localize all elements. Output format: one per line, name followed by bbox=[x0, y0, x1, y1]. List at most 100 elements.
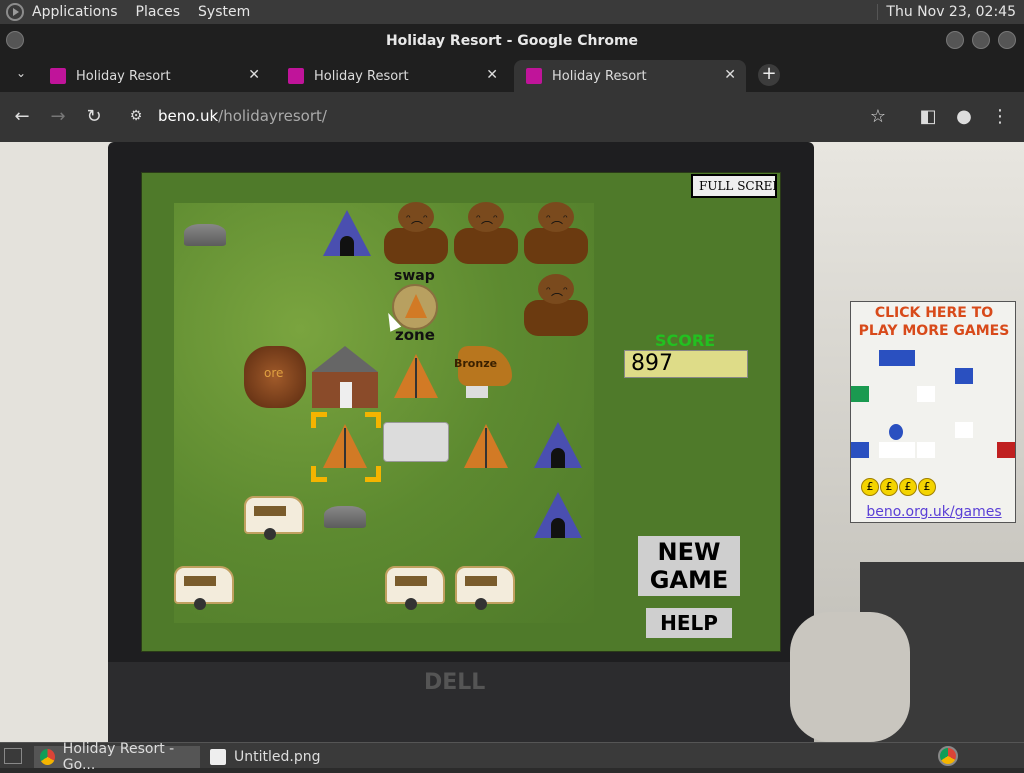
orange-tent-icon bbox=[464, 424, 508, 468]
menu-applications[interactable]: Applications bbox=[32, 4, 118, 20]
player-icon bbox=[889, 424, 903, 440]
more-games-ad[interactable]: CLICK HERE TO PLAY MORE GAMES £ £ £ £ be… bbox=[850, 301, 1016, 523]
score-title: SCORE bbox=[655, 331, 716, 350]
board-cell[interactable]: Bronze bbox=[448, 338, 518, 408]
board-cell[interactable]: ᵔ︵ᵔ bbox=[451, 200, 521, 270]
board-cell[interactable] bbox=[170, 200, 240, 270]
bear-icon: ᵔ︵ᵔ bbox=[384, 200, 448, 268]
task-chrome[interactable]: Holiday Resort - Go... bbox=[34, 741, 200, 773]
ad-line-1: CLICK HERE TO bbox=[874, 305, 994, 321]
tab-3-active[interactable]: Holiday Resort ✕ bbox=[514, 60, 746, 92]
rock-piece-icon bbox=[324, 506, 366, 528]
tab-1[interactable]: Holiday Resort ✕ bbox=[38, 60, 270, 92]
more-menu-icon[interactable]: ⋮ bbox=[988, 106, 1012, 127]
board-cell[interactable] bbox=[521, 482, 591, 552]
maximize-button[interactable] bbox=[972, 31, 990, 49]
browser-toolbar: ← → ↻ ⚙ beno.uk/holidayresort/ ☆ ◧ ● ⋮ bbox=[0, 92, 1024, 142]
block-icon bbox=[851, 442, 869, 458]
house-icon bbox=[312, 346, 378, 408]
board-cell[interactable]: ᵔ︵ᵔ bbox=[521, 200, 591, 270]
swap-zone-label-top: swap bbox=[394, 268, 435, 284]
ore-icon: ore bbox=[244, 346, 306, 408]
caravan-icon bbox=[455, 566, 515, 610]
ore-label: ore bbox=[264, 366, 284, 380]
mobile-home-icon bbox=[383, 422, 449, 462]
caravan-icon bbox=[244, 496, 304, 540]
block-icon bbox=[955, 422, 973, 438]
address-bar[interactable]: beno.uk/holidayresort/ bbox=[158, 107, 327, 125]
site-info-icon[interactable]: ⚙ bbox=[124, 108, 148, 124]
blue-tent-icon bbox=[323, 210, 371, 256]
block-icon bbox=[897, 350, 915, 366]
bronze-statue-icon: Bronze bbox=[448, 338, 518, 408]
board-cell[interactable] bbox=[170, 552, 240, 622]
board-cell[interactable]: ᵔ︵ᵔ bbox=[521, 272, 591, 342]
new-game-button[interactable]: NEW GAME bbox=[638, 536, 740, 596]
image-file-icon bbox=[210, 749, 226, 765]
profile-icon[interactable]: ● bbox=[952, 106, 976, 127]
chrome-tray-icon[interactable] bbox=[938, 746, 958, 766]
tab-close-icon[interactable]: ✕ bbox=[724, 67, 736, 83]
menu-places[interactable]: Places bbox=[136, 4, 181, 20]
hand bbox=[790, 612, 910, 742]
tab-title: Holiday Resort bbox=[314, 68, 409, 84]
back-arrow-icon[interactable]: ← bbox=[10, 106, 34, 127]
laptop-logo: DELL bbox=[424, 670, 486, 695]
bear-icon: ᵔ︵ᵔ bbox=[454, 200, 518, 268]
bronze-label: Bronze bbox=[454, 357, 498, 370]
favicon-icon bbox=[526, 68, 542, 84]
bookmark-star-icon[interactable]: ☆ bbox=[866, 106, 890, 127]
tab-strip: Holiday Resort ✕ Holiday Resort ✕ Holida… bbox=[0, 58, 1024, 92]
new-tab-button[interactable]: + bbox=[758, 64, 780, 86]
os-logo-icon[interactable] bbox=[6, 3, 24, 21]
board-cell[interactable] bbox=[310, 200, 380, 270]
tab-search-chevron-icon[interactable]: ⌄ bbox=[10, 66, 32, 84]
show-desktop-icon[interactable] bbox=[4, 748, 22, 764]
menu-system[interactable]: System bbox=[198, 4, 250, 20]
minimize-button[interactable] bbox=[946, 31, 964, 49]
more-games-link[interactable]: beno.org.uk/games bbox=[851, 504, 1015, 520]
board-cell[interactable] bbox=[521, 412, 591, 482]
coin-icon: £ bbox=[880, 478, 898, 496]
help-button[interactable]: HELP bbox=[646, 608, 732, 638]
window-menu-icon[interactable] bbox=[6, 31, 24, 49]
selection-cursor bbox=[311, 412, 381, 482]
block-icon bbox=[955, 368, 973, 384]
tab-2[interactable]: Holiday Resort ✕ bbox=[276, 60, 508, 92]
tab-close-icon[interactable]: ✕ bbox=[486, 67, 498, 83]
fullscreen-button[interactable]: FULL SCREEN bbox=[691, 174, 777, 198]
task-label: Untitled.png bbox=[234, 749, 321, 765]
score-value: 897 bbox=[624, 350, 748, 378]
board-cell[interactable]: ᵔ︵ᵔ bbox=[381, 200, 451, 270]
os-top-panel: Applications Places System Thu Nov 23, 0… bbox=[0, 0, 1024, 24]
orange-tent-icon bbox=[394, 354, 438, 398]
task-image[interactable]: Untitled.png bbox=[204, 746, 354, 768]
block-icon bbox=[917, 386, 935, 402]
background-wall bbox=[0, 142, 110, 742]
board-cell[interactable] bbox=[310, 482, 380, 552]
rock-piece-icon bbox=[184, 224, 226, 246]
favicon-icon bbox=[50, 68, 66, 84]
side-panel-icon[interactable]: ◧ bbox=[916, 106, 940, 127]
coin-icon: £ bbox=[861, 478, 879, 496]
bear-icon: ᵔ︵ᵔ bbox=[524, 200, 588, 268]
ad-line-2: PLAY MORE GAMES bbox=[858, 323, 1010, 339]
blue-tent-icon bbox=[534, 422, 582, 468]
coin-icon: £ bbox=[918, 478, 936, 496]
board-cell[interactable] bbox=[381, 342, 451, 412]
reload-icon[interactable]: ↻ bbox=[82, 106, 106, 127]
board-cell[interactable] bbox=[451, 552, 521, 622]
board-cell[interactable] bbox=[381, 412, 451, 482]
clock[interactable]: Thu Nov 23, 02:45 bbox=[877, 4, 1016, 20]
forward-arrow-icon[interactable]: → bbox=[46, 106, 70, 127]
tab-close-icon[interactable]: ✕ bbox=[248, 67, 260, 83]
board-cell[interactable]: ore bbox=[240, 342, 310, 412]
favicon-icon bbox=[288, 68, 304, 84]
board-cell[interactable] bbox=[381, 552, 451, 622]
board-cell[interactable] bbox=[451, 412, 521, 482]
caravan-icon bbox=[385, 566, 445, 610]
board-cell[interactable] bbox=[310, 342, 380, 412]
close-window-button[interactable] bbox=[998, 31, 1016, 49]
block-icon bbox=[879, 350, 897, 366]
board-cell[interactable] bbox=[240, 482, 310, 552]
